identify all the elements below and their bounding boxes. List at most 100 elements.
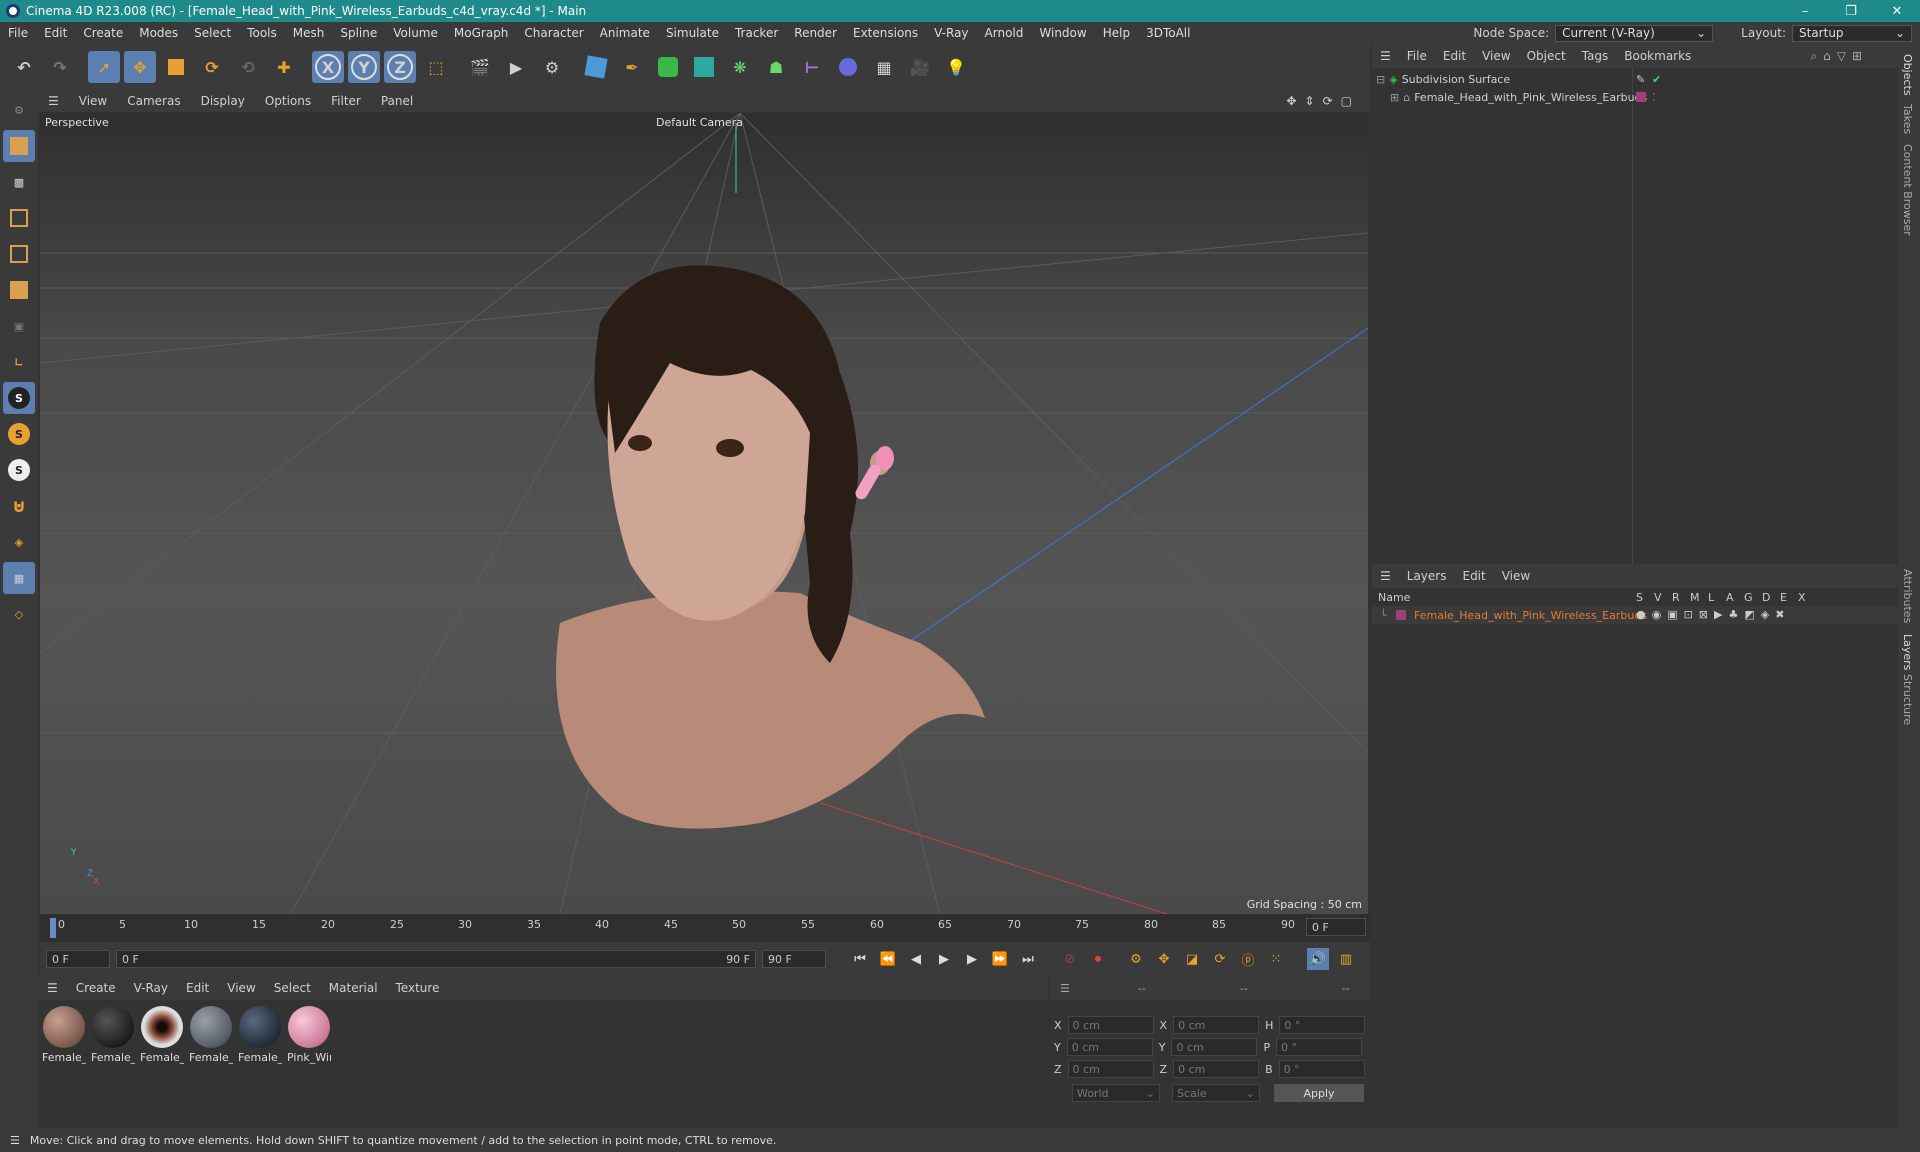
material-menu-edit[interactable]: Edit xyxy=(177,981,218,995)
end-frame-field[interactable]: 90 F xyxy=(762,950,826,968)
texture-mode-button[interactable]: ▩ xyxy=(3,166,35,198)
object-menu-bookmarks[interactable]: Bookmarks xyxy=(1616,49,1699,63)
node-space-dropdown[interactable]: Current (V-Ray) ⌄ xyxy=(1555,24,1714,42)
material-item[interactable]: Female_l xyxy=(42,1006,86,1064)
size-y-field[interactable]: 0 cm xyxy=(1171,1038,1258,1056)
hamburger-icon[interactable]: ☰ xyxy=(1372,569,1399,583)
size-x-field[interactable]: 0 cm xyxy=(1173,1016,1260,1034)
frame-range-slider[interactable]: 0 F 90 F xyxy=(116,950,756,968)
layer-color-swatch[interactable] xyxy=(1636,92,1646,102)
hamburger-icon[interactable]: ☰ xyxy=(38,981,67,995)
menu-tracker[interactable]: Tracker xyxy=(727,26,786,40)
uv-mode-button[interactable]: ▣ xyxy=(3,310,35,342)
snap-button-1[interactable]: S xyxy=(3,382,35,414)
viewport-menu-panel[interactable]: Panel xyxy=(371,94,423,108)
material-menu-create[interactable]: Create xyxy=(67,981,125,995)
menu-animate[interactable]: Animate xyxy=(592,26,658,40)
subdivision-button[interactable] xyxy=(652,51,684,83)
tab-attributes[interactable]: Attributes xyxy=(1901,569,1914,623)
material-menu-material[interactable]: Material xyxy=(320,981,387,995)
menu-render[interactable]: Render xyxy=(786,26,845,40)
size-z-field[interactable]: 0 cm xyxy=(1173,1060,1260,1078)
extrude-button[interactable] xyxy=(688,51,720,83)
material-item[interactable]: Female_l xyxy=(238,1006,282,1064)
tab-layers[interactable]: Layers xyxy=(1901,634,1914,670)
menu-edit[interactable]: Edit xyxy=(36,26,75,40)
position-z-field[interactable]: 0 cm xyxy=(1067,1060,1154,1078)
redo-button[interactable]: ↷ xyxy=(44,51,76,83)
snap-button-3[interactable]: S xyxy=(3,454,35,486)
minimize-button[interactable]: – xyxy=(1782,0,1828,22)
position-x-field[interactable]: 0 cm xyxy=(1067,1016,1154,1034)
hamburger-icon[interactable]: ☰ xyxy=(1050,982,1080,995)
material-item[interactable]: Female_l xyxy=(189,1006,233,1064)
cube-button[interactable] xyxy=(580,51,612,83)
material-menu-view[interactable]: View xyxy=(218,981,264,995)
material-menu-select[interactable]: Select xyxy=(265,981,320,995)
menu-tools[interactable]: Tools xyxy=(239,26,285,40)
model-mode-button[interactable] xyxy=(3,130,35,162)
mograph-button[interactable]: ☗ xyxy=(760,51,792,83)
axis-mode-button[interactable]: ∟ xyxy=(3,346,35,378)
menu-arnold[interactable]: Arnold xyxy=(977,26,1032,40)
key-rotation-button[interactable]: ⟳ xyxy=(1209,948,1231,970)
viewport-nav-icons[interactable]: ✥⇕⟳▢ xyxy=(1286,94,1360,108)
apply-button[interactable]: Apply xyxy=(1274,1084,1364,1102)
autokey-button[interactable]: ⏺ xyxy=(1087,948,1109,970)
points-mode-button[interactable] xyxy=(3,202,35,234)
scale-tool[interactable] xyxy=(160,51,192,83)
z-axis-toggle[interactable]: Z xyxy=(384,51,416,83)
object-menu-edit[interactable]: Edit xyxy=(1435,49,1474,63)
coordinate-space-dropdown[interactable]: World ⌄ xyxy=(1072,1084,1160,1102)
recent-tool[interactable]: ⟲ xyxy=(232,51,264,83)
undo-button[interactable]: ↶ xyxy=(8,51,40,83)
material-menu-vray[interactable]: V-Ray xyxy=(125,981,177,995)
rotation-h-field[interactable]: 0 ° xyxy=(1279,1016,1366,1034)
viewport-menu-options[interactable]: Options xyxy=(255,94,321,108)
menu-mograph[interactable]: MoGraph xyxy=(446,26,517,40)
menu-select[interactable]: Select xyxy=(186,26,239,40)
key-parameter-button[interactable]: ⓟ xyxy=(1237,948,1259,970)
cloner-button[interactable]: ❋ xyxy=(724,51,756,83)
viewport-menu-display[interactable]: Display xyxy=(191,94,255,108)
object-row[interactable]: ⊟ ◈ Subdivision Surface ✎ ✔ xyxy=(1372,70,1892,88)
enabled-check-icon[interactable]: ✔ xyxy=(1652,73,1661,86)
polygons-mode-button[interactable] xyxy=(3,274,35,306)
position-y-field[interactable]: 0 cm xyxy=(1066,1038,1153,1056)
locked-workplane-button[interactable]: ◇ xyxy=(3,598,35,630)
layout-dropdown[interactable]: Startup ⌄ xyxy=(1792,24,1912,42)
key-scale-button[interactable]: ◪ xyxy=(1181,948,1203,970)
magnet-button[interactable]: ⊍ xyxy=(3,490,35,522)
next-frame-button[interactable]: ▶ xyxy=(961,948,983,970)
layer-menu-edit[interactable]: Edit xyxy=(1454,569,1493,583)
menu-vray[interactable]: V-Ray xyxy=(926,26,976,40)
previous-key-button[interactable]: ⏪ xyxy=(877,948,899,970)
layer-name[interactable]: Female_Head_with_Pink_Wireless_Earbuds xyxy=(1414,609,1647,622)
light-button[interactable]: 💡 xyxy=(940,51,972,83)
rotation-b-field[interactable]: 0 ° xyxy=(1278,1060,1365,1078)
x-axis-toggle[interactable]: X xyxy=(312,51,344,83)
menu-simulate[interactable]: Simulate xyxy=(658,26,727,40)
layer-menu-layers[interactable]: Layers xyxy=(1399,569,1455,583)
tab-takes[interactable]: Takes xyxy=(1901,104,1914,134)
menu-window[interactable]: Window xyxy=(1031,26,1094,40)
edges-mode-button[interactable] xyxy=(3,238,35,270)
layer-color-swatch[interactable] xyxy=(1396,610,1406,620)
rotate-tool[interactable]: ⟳ xyxy=(196,51,228,83)
workplane-button[interactable]: ◈ xyxy=(3,526,35,558)
object-menu-file[interactable]: File xyxy=(1399,49,1435,63)
coordinate-system-button[interactable]: ⬚ xyxy=(420,51,452,83)
rotation-p-field[interactable]: 0 ° xyxy=(1276,1038,1363,1056)
previous-frame-button[interactable]: ◀ xyxy=(905,948,927,970)
menu-volume[interactable]: Volume xyxy=(385,26,446,40)
edit-tag-icon[interactable]: ✎ xyxy=(1636,73,1645,86)
add-tool[interactable]: ✚ xyxy=(268,51,300,83)
playhead[interactable] xyxy=(50,918,56,938)
current-frame-field[interactable]: 0 F xyxy=(1306,918,1366,936)
material-item[interactable]: Female_l xyxy=(91,1006,135,1064)
menu-mesh[interactable]: Mesh xyxy=(285,26,333,40)
sound-button[interactable]: 🔊 xyxy=(1307,948,1329,970)
tab-objects[interactable]: Objects xyxy=(1901,54,1914,96)
collapse-icon[interactable]: ⊟ xyxy=(1376,73,1385,86)
key-position-button[interactable]: ✥ xyxy=(1153,948,1175,970)
